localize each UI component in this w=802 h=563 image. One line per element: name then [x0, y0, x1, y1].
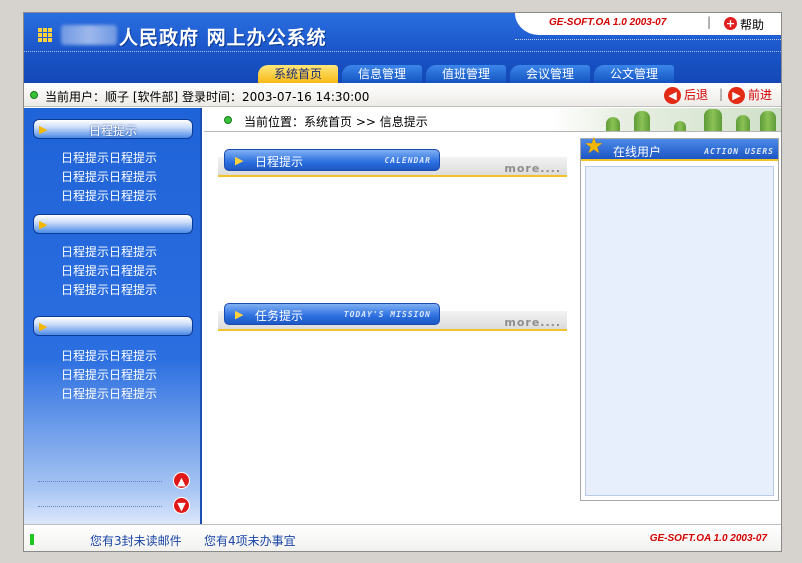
cactus-decoration	[674, 121, 686, 131]
sidebar-link[interactable]: 日程提示日程提示	[61, 168, 157, 185]
play-arrow-icon: ▶	[39, 218, 48, 231]
tab-meeting-management[interactable]: 会议管理	[510, 65, 590, 83]
forward-button[interactable]: ▶ 前进	[728, 86, 772, 104]
current-user-info: 当前用户：顺子 [软件部] 登录时间：2003-07-16 14:30:00	[45, 90, 370, 104]
status-dot-icon	[224, 116, 232, 124]
section-subtitle: CALENDAR	[384, 156, 431, 165]
sidebar-header-3[interactable]: ▶	[33, 316, 193, 336]
breadcrumb: 当前位置：系统首页 >> 信息提示	[204, 108, 781, 132]
cactus-decoration	[760, 111, 776, 131]
footer-version-label: GE-SOFT.OA 1.0 2003-07	[649, 533, 767, 544]
arrow-down-circle-icon[interactable]: ▼	[173, 497, 190, 514]
sidebar-link[interactable]: 日程提示日程提示	[61, 262, 157, 279]
online-users-title: 在线用户	[613, 145, 662, 159]
sidebar-link[interactable]: 日程提示日程提示	[61, 347, 157, 364]
tab-home[interactable]: 系统首页	[258, 65, 338, 83]
section-title: 任务提示	[255, 309, 304, 323]
status-dot-icon	[30, 91, 38, 99]
sidebar-link[interactable]: 日程提示日程提示	[61, 187, 157, 204]
more-link[interactable]: more....	[504, 316, 561, 329]
sidebar: ▶ 日程提示 日程提示日程提示 日程提示日程提示 日程提示日程提示 ▶ 日程提示…	[24, 108, 202, 524]
header-right-divider	[515, 39, 781, 40]
cactus-decoration	[634, 111, 650, 131]
star-icon: ★	[584, 134, 604, 159]
play-arrow-icon: ▶	[235, 308, 244, 321]
sidebar-link[interactable]: 日程提示日程提示	[61, 281, 157, 298]
user-info-bar: 当前用户：顺子 [软件部] 登录时间：2003-07-16 14:30:00 ◀…	[24, 83, 781, 107]
sidebar-link[interactable]: 日程提示日程提示	[61, 366, 157, 383]
schedule-section-pill: ▶ 日程提示 CALENDAR	[224, 149, 440, 171]
online-users-list[interactable]	[585, 166, 774, 496]
online-users-subtitle: ACTION USERS	[704, 147, 774, 156]
play-arrow-icon: ▶	[235, 154, 244, 167]
tab-duty-management[interactable]: 值班管理	[426, 65, 506, 83]
back-label: 后退	[684, 88, 709, 102]
schedule-section-header: ▶ 日程提示 CALENDAR more....	[218, 149, 567, 177]
cactus-decoration	[736, 115, 750, 131]
back-button[interactable]: ◀ 后退	[664, 86, 708, 104]
task-section-pill: ▶ 任务提示 TODAY'S MISSION	[224, 303, 440, 325]
help-link[interactable]: 帮助	[740, 16, 764, 33]
online-users-panel: ★ 在线用户 ACTION USERS	[580, 134, 779, 501]
separator: |	[707, 15, 712, 29]
sidebar-divider	[38, 481, 162, 482]
version-label: GE-SOFT.OA 1.0 2003-07	[549, 17, 667, 28]
arrow-left-circle-icon: ◀	[664, 87, 681, 104]
unread-mail-link[interactable]: 您有3封未读邮件	[90, 532, 182, 549]
sidebar-link[interactable]: 日程提示日程提示	[61, 243, 157, 260]
header-right-panel: GE-SOFT.OA 1.0 2003-07 | + 帮助	[515, 13, 781, 35]
tab-info-management[interactable]: 信息管理	[342, 65, 422, 83]
pending-tasks-link[interactable]: 您有4项未办事宜	[204, 532, 296, 549]
separator: |	[719, 87, 724, 101]
forward-label: 前进	[748, 88, 773, 102]
sidebar-link[interactable]: 日程提示日程提示	[61, 385, 157, 402]
header-divider	[24, 51, 781, 52]
cactus-decoration	[704, 109, 722, 131]
sidebar-divider	[38, 506, 162, 507]
cactus-decoration	[606, 117, 620, 131]
status-bar: 您有3封未读邮件 您有4项未办事宜 GE-SOFT.OA 1.0 2003-07	[24, 524, 781, 551]
header: 人民政府 网上办公系统 GE-SOFT.OA 1.0 2003-07 | + 帮…	[24, 13, 781, 83]
task-section-header: ▶ 任务提示 TODAY'S MISSION more....	[218, 303, 567, 331]
more-link[interactable]: more....	[504, 162, 561, 175]
section-subtitle: TODAY'S MISSION	[343, 310, 431, 319]
status-indicator-icon	[30, 534, 34, 545]
sidebar-header-label: 日程提示	[88, 124, 137, 138]
current-location: 当前位置：系统首页 >> 信息提示	[244, 115, 428, 129]
blurred-region-name	[61, 25, 117, 45]
sidebar-link[interactable]: 日程提示日程提示	[61, 149, 157, 166]
sidebar-header-2[interactable]: ▶	[33, 214, 193, 234]
online-users-header: ★ 在线用户 ACTION USERS	[581, 134, 778, 161]
arrow-right-circle-icon: ▶	[728, 87, 745, 104]
sidebar-header-schedule[interactable]: ▶ 日程提示	[33, 119, 193, 139]
arrow-up-circle-icon[interactable]: ▲	[173, 472, 190, 489]
plus-circle-icon[interactable]: +	[724, 17, 737, 30]
section-title: 日程提示	[255, 155, 304, 169]
app-title: 人民政府 网上办公系统	[119, 27, 327, 49]
grid-dots-icon	[38, 28, 52, 42]
play-arrow-icon: ▶	[39, 320, 48, 333]
tab-document-management[interactable]: 公文管理	[594, 65, 674, 83]
app-window: 人民政府 网上办公系统 GE-SOFT.OA 1.0 2003-07 | + 帮…	[23, 12, 782, 552]
